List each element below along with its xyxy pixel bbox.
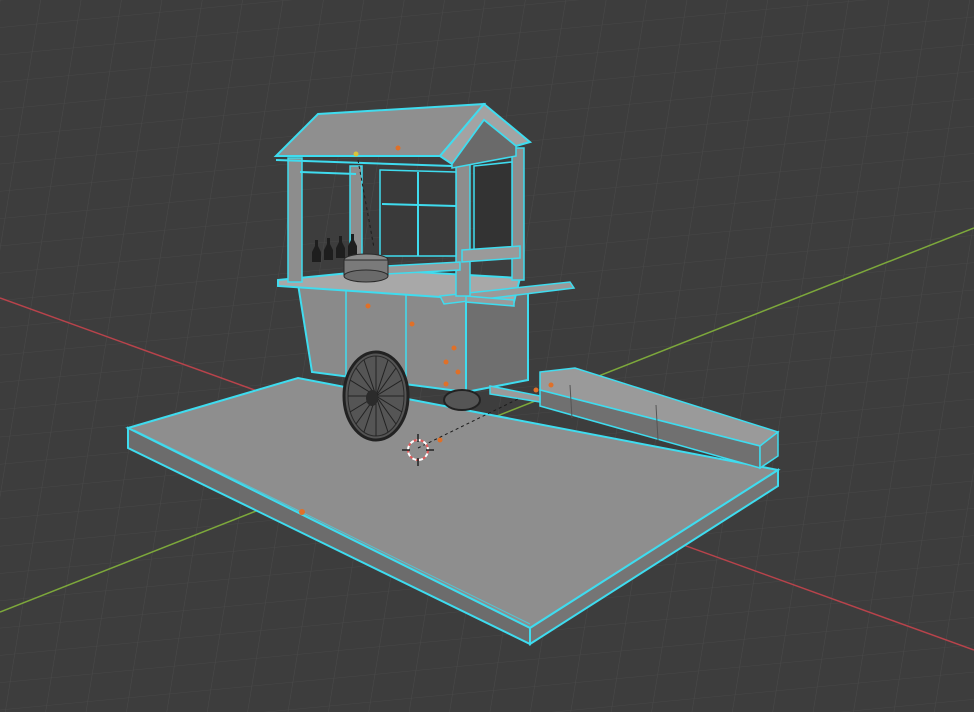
3d-viewport[interactable] <box>0 0 974 712</box>
cart-wheel <box>342 350 410 442</box>
cooking-pot <box>343 253 389 283</box>
origin-point <box>299 509 305 515</box>
cart-rear-wheel <box>443 389 481 411</box>
viewport-canvas[interactable] <box>0 0 974 712</box>
